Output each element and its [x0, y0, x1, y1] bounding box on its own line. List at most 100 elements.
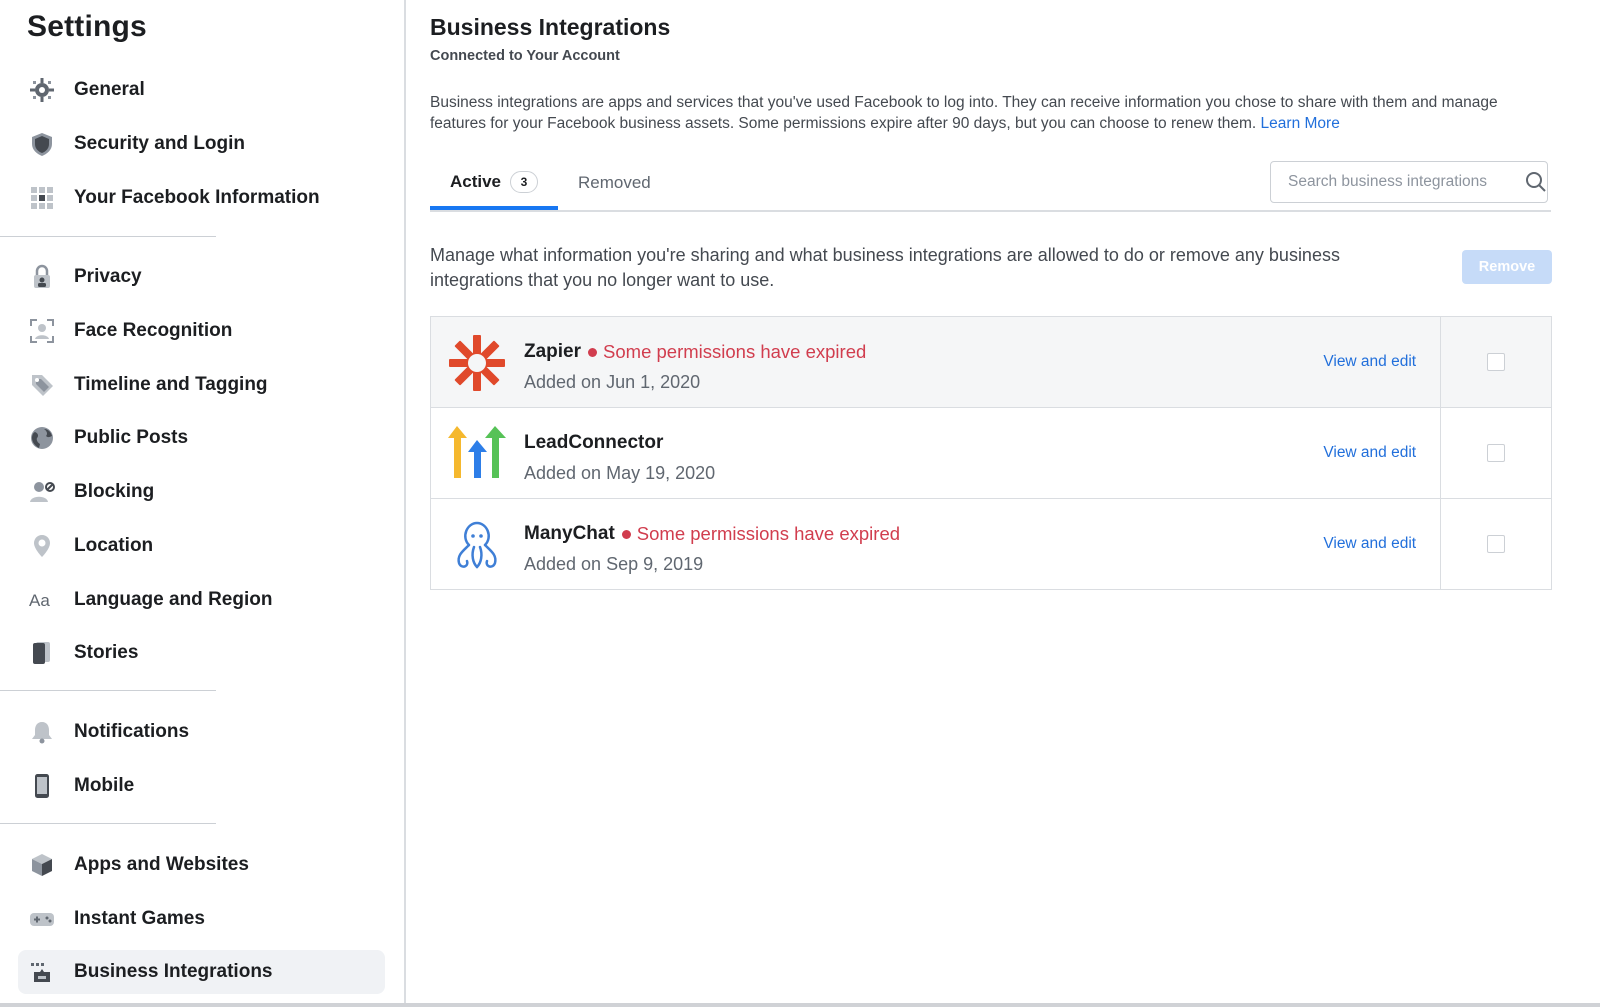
sidebar-item-public-posts[interactable]: Public Posts: [18, 415, 385, 461]
language-icon: Aa: [28, 586, 56, 614]
view-and-edit-link[interactable]: View and edit: [1323, 535, 1416, 553]
remove-button[interactable]: Remove: [1462, 250, 1552, 284]
sidebar-item-label: General: [74, 79, 145, 100]
sidebar-item-instant-games[interactable]: Instant Games: [18, 896, 385, 942]
table-row: LeadConnector Added on May 19, 2020 View…: [431, 408, 1551, 499]
sidebar-item-label: Business Integrations: [74, 961, 273, 982]
sidebar-item-label: Apps and Websites: [74, 854, 249, 875]
view-and-edit-link[interactable]: View and edit: [1323, 444, 1416, 462]
integration-name: LeadConnector: [524, 432, 664, 453]
integration-info: ManyChat Some permissions have expired A…: [431, 499, 1442, 589]
sidebar-item-label: Public Posts: [74, 427, 189, 448]
location-pin-icon: [28, 532, 56, 560]
integration-name: ManyChat: [524, 523, 615, 544]
view-and-edit-link[interactable]: View and edit: [1323, 353, 1416, 371]
globe-icon: [28, 424, 56, 452]
sidebar-item-label: Language and Region: [74, 589, 273, 610]
gear-icon: [28, 76, 56, 104]
page-title: Business Integrations: [430, 14, 671, 40]
sidebar-item-security-and-login[interactable]: Security and Login: [18, 121, 385, 167]
sidebar-item-label: Stories: [74, 642, 139, 663]
stories-icon: [28, 639, 56, 667]
tab-removed[interactable]: Removed: [578, 158, 651, 208]
integration-title: Zapier Some permissions have expired: [524, 341, 866, 363]
window-bottom-edge: [0, 1003, 1600, 1007]
tab-active-label: Active: [449, 172, 502, 191]
integration-info: Zapier Some permissions have expired Add…: [431, 317, 1442, 407]
block-user-icon: [28, 478, 56, 506]
page-description: Business integrations are apps and servi…: [430, 92, 1520, 134]
learn-more-link[interactable]: Learn More: [1261, 115, 1340, 132]
business-integrations-icon: [28, 958, 56, 986]
sidebar-item-label: Face Recognition: [74, 320, 233, 341]
expired-status-text: Some permissions have expired: [636, 523, 901, 544]
sidebar-item-timeline-and-tagging[interactable]: Timeline and Tagging: [18, 362, 385, 408]
facebook-info-icon: [28, 184, 56, 212]
table-row: Zapier Some permissions have expired Add…: [431, 317, 1551, 408]
integration-info: LeadConnector Added on May 19, 2020 View…: [431, 408, 1442, 498]
active-count-badge: 3: [510, 171, 539, 193]
sidebar-divider: [0, 690, 216, 691]
added-date: Added on Jun 1, 2020: [524, 372, 701, 392]
manage-instructions: Manage what information you're sharing a…: [430, 245, 1340, 290]
integrations-table: Zapier Some permissions have expired Add…: [430, 316, 1552, 590]
checkbox-cell: [1441, 317, 1551, 407]
select-checkbox[interactable]: [1487, 353, 1506, 371]
added-date: Added on Sep 9, 2019: [524, 554, 704, 574]
sidebar-item-mobile[interactable]: Mobile: [18, 763, 385, 809]
sidebar-item-label: Notifications: [74, 721, 190, 742]
sidebar-divider: [0, 823, 216, 824]
checkbox-cell: [1441, 499, 1551, 589]
face-recognition-icon: [28, 317, 56, 345]
sidebar-divider: [0, 236, 216, 237]
tab-active[interactable]: Active 3: [430, 158, 558, 210]
mobile-icon: [28, 772, 56, 800]
page-subtitle: Connected to Your Account: [430, 48, 620, 64]
search-icon[interactable]: [1525, 171, 1547, 193]
search-input[interactable]: [1286, 172, 1519, 192]
sidebar-item-face-recognition[interactable]: Face Recognition: [18, 308, 385, 354]
cube-icon: [28, 851, 56, 879]
sidebar-item-label: Timeline and Tagging: [74, 374, 268, 395]
sidebar-item-apps-and-websites[interactable]: Apps and Websites: [18, 842, 385, 888]
search-field: [1270, 161, 1548, 203]
sidebar-item-label: Your Facebook Information: [74, 187, 320, 208]
added-date: Added on May 19, 2020: [524, 463, 716, 483]
expired-status-dot: [588, 347, 598, 357]
expired-status-dot: [621, 529, 631, 539]
sidebar-item-business-integrations[interactable]: Business Integrations: [18, 950, 385, 994]
sidebar-item-general[interactable]: General: [18, 67, 385, 113]
sidebar-item-location[interactable]: Location: [18, 523, 385, 569]
select-checkbox[interactable]: [1487, 535, 1506, 553]
zapier-logo: [449, 335, 505, 391]
sidebar-item-label: Security and Login: [74, 133, 246, 154]
svg-text:Aa: Aa: [29, 591, 50, 610]
table-row: ManyChat Some permissions have expired A…: [431, 499, 1551, 589]
checkbox-cell: [1441, 408, 1551, 498]
select-checkbox[interactable]: [1487, 444, 1506, 462]
settings-sidebar: Settings General Security and Login Your…: [0, 0, 406, 1007]
manychat-logo: [457, 521, 497, 569]
sidebar-item-label: Instant Games: [74, 908, 205, 929]
sidebar-item-notifications[interactable]: Notifications: [18, 709, 385, 755]
integration-name: Zapier: [524, 341, 582, 362]
sidebar-item-blocking[interactable]: Blocking: [18, 469, 385, 515]
bell-icon: [28, 718, 56, 746]
sidebar-title: Settings: [27, 10, 147, 43]
sidebar-item-stories[interactable]: Stories: [18, 630, 385, 676]
integration-title: LeadConnector: [524, 432, 663, 454]
sidebar-item-label: Blocking: [74, 481, 155, 502]
gamepad-icon: [28, 905, 56, 933]
sidebar-item-label: Privacy: [74, 266, 142, 287]
sidebar-item-privacy[interactable]: Privacy: [18, 254, 385, 300]
sidebar-item-label: Location: [74, 535, 154, 556]
lock-icon: [28, 263, 56, 291]
sidebar-item-your-facebook-information[interactable]: Your Facebook Information: [18, 175, 385, 221]
shield-icon: [28, 130, 56, 158]
sidebar-item-label: Mobile: [74, 775, 135, 796]
tag-icon: [28, 371, 56, 399]
expired-status-text: Some permissions have expired: [603, 341, 867, 362]
leadconnector-logo: [448, 426, 506, 478]
sidebar-item-language-and-region[interactable]: Aa Language and Region: [18, 577, 385, 623]
integration-title: ManyChat Some permissions have expired: [524, 523, 900, 545]
